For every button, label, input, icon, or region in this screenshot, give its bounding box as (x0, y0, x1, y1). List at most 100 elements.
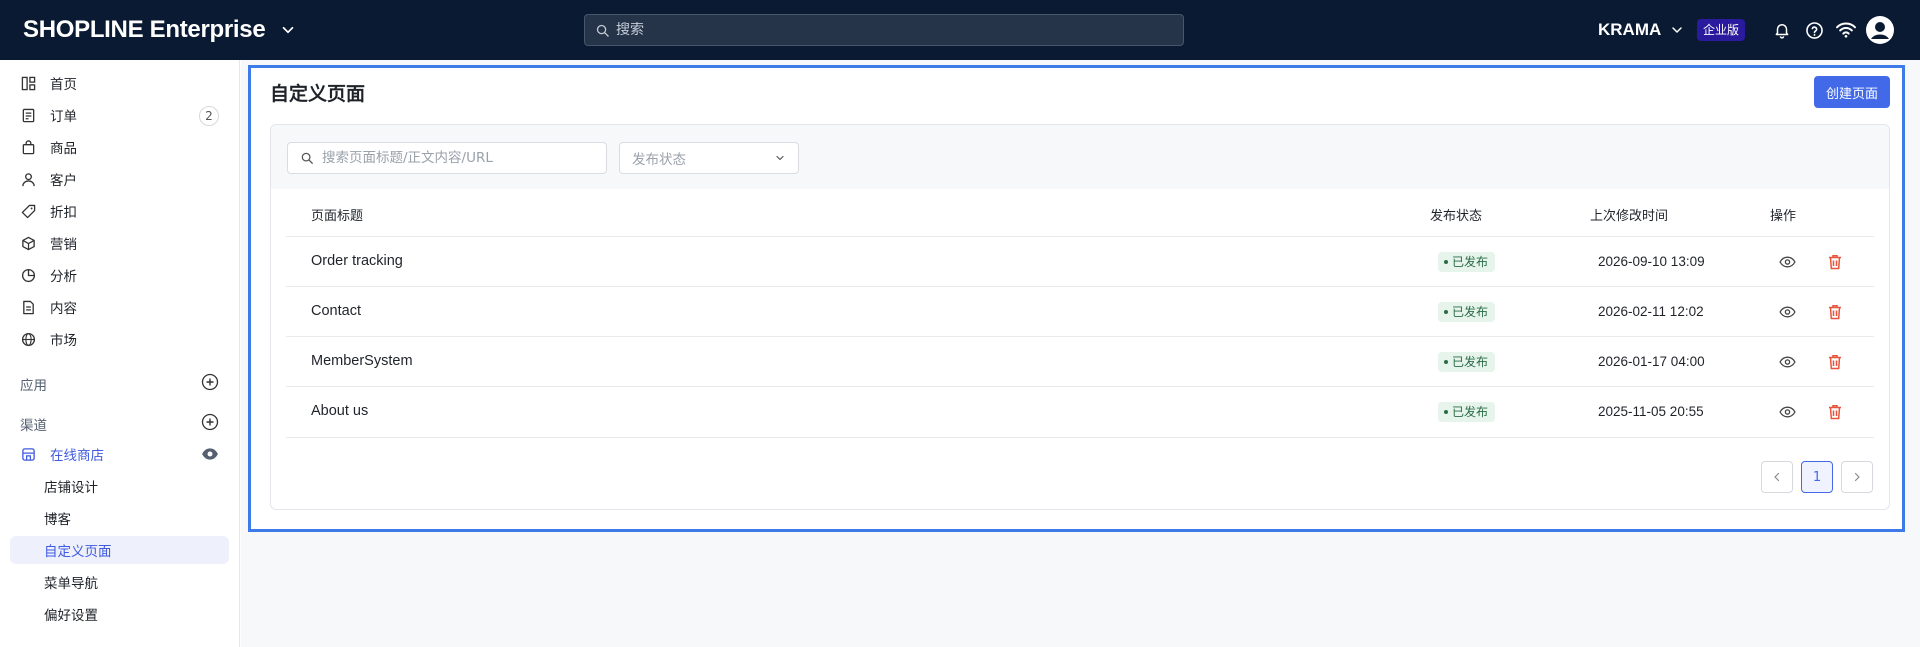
status-label: 已发布 (1452, 355, 1489, 369)
store-icon (20, 446, 36, 462)
sidebar-subitem-label: 菜单导航 (44, 576, 98, 592)
delete-trash-icon[interactable] (1825, 252, 1845, 272)
apps-section-label: 应用 (20, 378, 47, 394)
divider (286, 386, 1874, 387)
bag-icon (20, 139, 36, 155)
marketing-icon (20, 235, 36, 251)
status-filter-select[interactable]: 发布状态 (619, 142, 799, 174)
global-search[interactable] (584, 14, 1184, 46)
sidebar-item-analytics[interactable]: 分析 (10, 261, 229, 289)
page-title-cell[interactable]: Contact (311, 303, 361, 319)
sidebar-item-label: 在线商店 (50, 448, 104, 464)
sidebar-subitem-blog[interactable]: 博客 (10, 504, 229, 532)
status-dot (1444, 410, 1448, 414)
page-title: 自定义页面 (270, 83, 366, 105)
channels-section-label: 渠道 (20, 418, 47, 434)
add-app-button[interactable] (201, 373, 219, 391)
page-title-cell[interactable]: MemberSystem (311, 353, 413, 369)
status-dot (1444, 360, 1448, 364)
chart-icon (20, 267, 36, 283)
sidebar-item-label: 折扣 (50, 205, 77, 221)
help-icon[interactable] (1802, 18, 1826, 42)
sidebar-item-customers[interactable]: 客户 (10, 165, 229, 193)
chevron-down-icon (1672, 27, 1683, 33)
chevron-down-icon (283, 26, 294, 34)
sidebar-item-content[interactable]: 内容 (10, 293, 229, 321)
divider (286, 437, 1874, 438)
global-search-input[interactable] (616, 22, 1156, 38)
wifi-icon[interactable] (1834, 18, 1858, 42)
delete-trash-icon[interactable] (1825, 402, 1845, 422)
status-dot (1444, 310, 1448, 314)
sidebar-item-label: 客户 (50, 173, 77, 189)
sidebar-item-label: 商品 (50, 141, 77, 157)
order-count-badge: 2 (199, 106, 219, 126)
column-header-actions: 操作 (1770, 209, 1797, 224)
delete-trash-icon[interactable] (1825, 352, 1845, 372)
sidebar-item-home[interactable]: 首页 (10, 69, 229, 97)
delete-trash-icon[interactable] (1825, 302, 1845, 322)
column-header-status: 发布状态 (1430, 209, 1483, 224)
status-badge: 已发布 (1438, 402, 1496, 422)
preview-eye-icon[interactable] (1777, 352, 1797, 372)
content-icon (20, 299, 36, 315)
eye-icon[interactable] (201, 447, 219, 461)
page-title-cell[interactable]: Order tracking (311, 253, 403, 269)
status-label: 已发布 (1452, 255, 1489, 269)
page-search-field[interactable] (287, 142, 607, 174)
divider (286, 236, 1874, 237)
status-badge: 已发布 (1438, 302, 1496, 322)
status-filter-placeholder: 发布状态 (632, 152, 686, 168)
top-bar: SHOPLINE Enterprise KRAMA 企业版 (0, 0, 1920, 60)
sidebar-subitem-label: 店铺设计 (44, 480, 98, 496)
sidebar-item-marketing[interactable]: 营销 (10, 229, 229, 257)
preview-eye-icon[interactable] (1777, 302, 1797, 322)
pagination-prev-button[interactable] (1761, 461, 1793, 493)
brand-switcher[interactable]: SHOPLINE Enterprise (23, 13, 297, 47)
search-icon (301, 152, 313, 164)
filter-bar: 发布状态 (271, 125, 1889, 189)
page-search-input[interactable] (322, 150, 602, 166)
sidebar-item-products[interactable]: 商品 (10, 133, 229, 161)
create-page-button[interactable]: 创建页面 (1814, 76, 1890, 108)
pagination-page-button[interactable]: 1 (1801, 461, 1833, 493)
home-icon (20, 75, 36, 91)
preview-eye-icon[interactable] (1777, 252, 1797, 272)
status-label: 已发布 (1452, 305, 1489, 319)
page-title-cell[interactable]: About us (311, 403, 368, 419)
sidebar-item-online-store[interactable]: 在线商店 (10, 440, 229, 468)
brand-logo: SHOPLINE Enterprise (23, 16, 266, 43)
modified-time-cell: 2026-01-17 04:00 (1598, 354, 1705, 369)
sidebar-subitem-store-design[interactable]: 店铺设计 (10, 472, 229, 500)
preview-eye-icon[interactable] (1777, 402, 1797, 422)
column-header-modified: 上次修改时间 (1590, 209, 1669, 224)
store-switcher[interactable]: KRAMA (1598, 18, 1685, 42)
globe-icon (20, 331, 36, 347)
avatar-icon[interactable] (1866, 16, 1894, 44)
sidebar-subitem-custom-pages[interactable]: 自定义页面 (10, 536, 229, 564)
sidebar-subitem-label: 偏好设置 (44, 608, 98, 624)
sidebar-subitem-preferences[interactable]: 偏好设置 (10, 600, 229, 628)
add-channel-button[interactable] (201, 413, 219, 431)
bell-icon[interactable] (1770, 18, 1794, 42)
sidebar-item-label: 订单 (50, 109, 77, 125)
sidebar-item-discounts[interactable]: 折扣 (10, 197, 229, 225)
sidebar-item-label: 内容 (50, 301, 77, 317)
sidebar-subitem-label: 自定义页面 (44, 544, 112, 560)
sidebar-item-orders[interactable]: 订单 2 (10, 101, 229, 129)
store-name: KRAMA (1598, 20, 1662, 39)
sidebar-item-markets[interactable]: 市场 (10, 325, 229, 353)
sidebar-subitem-menu-navigation[interactable]: 菜单导航 (10, 568, 229, 596)
modified-time-cell: 2026-09-10 13:09 (1598, 254, 1705, 269)
modified-time-cell: 2026-02-11 12:02 (1598, 304, 1704, 319)
column-header-title: 页面标题 (311, 209, 364, 224)
chevron-down-icon (776, 155, 784, 161)
sidebar: 首页 订单 2 商品 客户 折扣 营销 分析 内容 市场 应用 渠道 在线商店 (0, 60, 240, 647)
pagination-next-button[interactable] (1841, 461, 1873, 493)
sidebar-item-label: 分析 (50, 269, 77, 285)
plan-badge: 企业版 (1697, 19, 1746, 41)
status-dot (1444, 260, 1448, 264)
user-icon (20, 171, 36, 187)
sidebar-item-label: 营销 (50, 237, 77, 253)
divider (286, 286, 1874, 287)
